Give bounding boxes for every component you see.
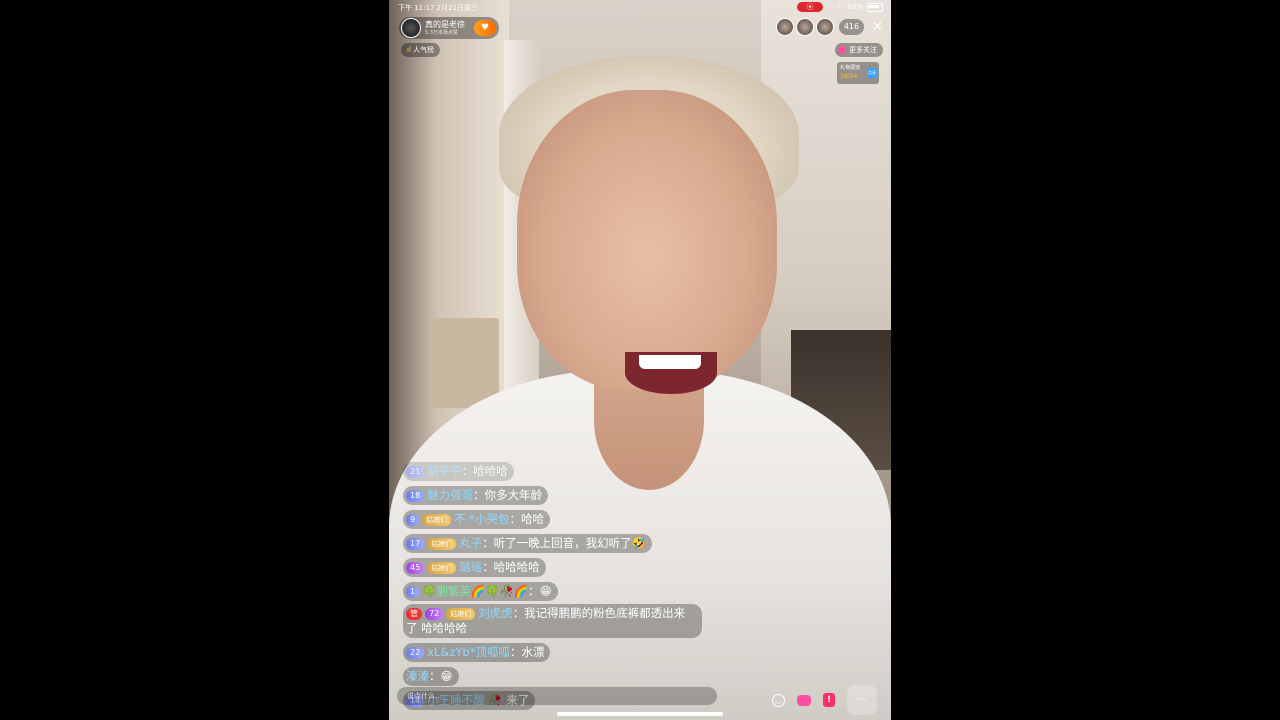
chat-username[interactable]: 刘虎虎	[478, 606, 513, 620]
close-icon[interactable]: ×	[872, 19, 883, 35]
popularity-rank-button[interactable]: ıl 人气榜	[401, 43, 441, 57]
record-indicator-icon: ⦿	[797, 2, 824, 12]
host-card[interactable]: 真的是老徐 5.3万本场点赞 ♥	[399, 17, 499, 39]
fan-club-badge: 姑娘们	[427, 562, 457, 574]
chat-text: ：听了一晚上回音，我幻听了🤣	[482, 536, 647, 550]
chat-text: ：哈哈	[509, 512, 545, 526]
chat-row: 1 🍀劉繁英🌈🍀🥀🌈：😁	[403, 580, 723, 604]
chat-row: 9 姑娘们不 *小哭包：哈哈	[403, 508, 723, 532]
status-bar: 下午 11:17 2月21日周三 ⦿ ◠ ☾ 93%	[389, 0, 891, 14]
chat-text: ：哈哈哈哈	[482, 560, 540, 574]
chat-text: ：你多大年龄	[473, 488, 543, 502]
viewer-avatar[interactable]	[815, 18, 834, 36]
follow-button[interactable]: ♥	[474, 20, 496, 36]
user-level-badge: 22	[406, 647, 425, 659]
host-likes: 5.3万本场点赞	[425, 29, 458, 36]
chat-list[interactable]: 21 胡平平：哈哈哈 18 魅力强哥：你多大年龄 9 姑娘们不 *小哭包：哈哈 17 姑娘们丸…	[403, 460, 723, 713]
heart-icon: ♥	[480, 23, 490, 33]
more-icon[interactable]: ···	[847, 685, 877, 715]
fan-club-badge: 姑娘们	[446, 608, 476, 620]
streamer-face	[517, 90, 777, 390]
chat-row: 22 xL&zYb*顶呱呱：水漂	[403, 641, 723, 665]
chat-message[interactable]: 17 姑娘们 丸子：听了一晚上回音，我幻听了🤣	[403, 534, 653, 553]
battery-icon	[867, 2, 883, 12]
more-follow-button[interactable]: 更多关注	[835, 43, 883, 57]
host-name: 真的是老徐	[425, 19, 465, 29]
chat-row: 溱溱：😁	[403, 665, 723, 689]
moon-icon: ☾	[837, 3, 844, 11]
viewer-avatar[interactable]	[795, 18, 814, 36]
chat-username[interactable]: 丸子	[459, 536, 482, 550]
live-stream-view: 下午 11:17 2月21日周三 ⦿ ◠ ☾ 93% 真的是老徐 5.3万本场点…	[389, 0, 891, 720]
bar-chart-icon: ıl	[407, 46, 411, 54]
wifi-icon: ◠	[827, 3, 834, 11]
home-indicator[interactable]	[557, 712, 723, 716]
chat-message[interactable]: 18 魅力强哥：你多大年龄	[403, 486, 549, 505]
host-info: 真的是老徐 5.3万本场点赞	[425, 19, 465, 36]
chat-message[interactable]: 21 胡平平：哈哈哈	[403, 462, 514, 481]
battery-percent: 93%	[847, 3, 863, 11]
more-follow-icon	[838, 46, 846, 54]
gift-icon[interactable]	[797, 694, 811, 706]
chat-username[interactable]: 璐瑶	[459, 560, 482, 574]
host-avatar[interactable]	[401, 18, 421, 38]
user-level-badge: 17	[406, 538, 425, 550]
rank-label: 人气榜	[413, 46, 435, 54]
chat-username[interactable]: 溱溱	[406, 669, 429, 683]
background-cabinet	[429, 318, 499, 408]
chat-message[interactable]: 溱溱：😁	[403, 667, 459, 686]
viewer-strip[interactable]: 416 ×	[775, 18, 883, 36]
chat-message[interactable]: 45 姑娘们 璐瑶：哈哈哈哈	[403, 558, 546, 577]
chat-username[interactable]: xL&zYb*顶呱呱	[427, 645, 510, 659]
admin-badge: 管	[406, 608, 422, 620]
chat-username[interactable]: 魅力强哥	[427, 488, 473, 502]
chat-row: 21 胡平平：哈哈哈	[403, 460, 723, 484]
chat-text: ：水漂	[509, 645, 545, 659]
smile-icon[interactable]: ◡	[772, 693, 785, 707]
alert-icon[interactable]: !	[823, 693, 835, 707]
gift-gallery-tag: 点亮	[867, 68, 877, 78]
chat-row: 18 魅力强哥：你多大年龄	[403, 484, 723, 508]
chat-row: 45 姑娘们 璐瑶：哈哈哈哈	[403, 556, 723, 580]
chat-username[interactable]: 🍀劉繁英🌈🍀🥀🌈	[422, 584, 528, 598]
viewer-avatar[interactable]	[775, 18, 794, 36]
streamer-teeth	[639, 355, 701, 369]
chat-username[interactable]: 胡平平	[427, 464, 462, 478]
chat-row: 管 72 姑娘们 刘虎虎：我记得鹏鹏的粉色底裤都透出来了 哈哈哈哈	[403, 604, 723, 641]
user-level-badge: 21	[406, 466, 425, 478]
chat-row: 17 姑娘们 丸子：听了一晚上回音，我幻听了🤣	[403, 532, 723, 556]
user-level-badge: 45	[406, 562, 425, 574]
fan-club-badge: 姑娘们	[422, 514, 452, 526]
gift-gallery-widget[interactable]: 礼物展馆 16/24 点亮	[837, 62, 879, 84]
user-level-badge: 72	[425, 608, 444, 620]
fan-club-badge: 姑娘们	[427, 538, 457, 550]
user-level-badge: 18	[406, 490, 425, 502]
status-right: ⦿ ◠ ☾ 93%	[797, 2, 883, 12]
status-time: 下午 11:17 2月21日周三	[398, 4, 478, 12]
chat-message[interactable]: 管 72 姑娘们 刘虎虎：我记得鹏鹏的粉色底裤都透出来了 哈哈哈哈	[403, 604, 702, 638]
user-level-badge: 1	[406, 586, 420, 598]
viewer-count[interactable]: 416	[838, 19, 865, 35]
user-level-badge: 9	[406, 514, 420, 526]
chat-text: ：哈哈哈	[461, 464, 508, 478]
chat-username[interactable]: 不 *小哭包	[454, 512, 509, 526]
chat-text: ：😁	[429, 669, 453, 683]
chat-message[interactable]: 9 姑娘们不 *小哭包：哈哈	[403, 510, 550, 529]
comment-input[interactable]: 说点什么...	[397, 687, 717, 705]
chat-message[interactable]: 1 🍀劉繁英🌈🍀🥀🌈：😁	[403, 582, 558, 601]
bottom-toolbar: ◡ ! ···	[772, 685, 877, 715]
more-follow-label: 更多关注	[849, 46, 877, 54]
chat-message[interactable]: 22 xL&zYb*顶呱呱：水漂	[403, 643, 551, 662]
chat-text: ：😁	[528, 584, 552, 598]
